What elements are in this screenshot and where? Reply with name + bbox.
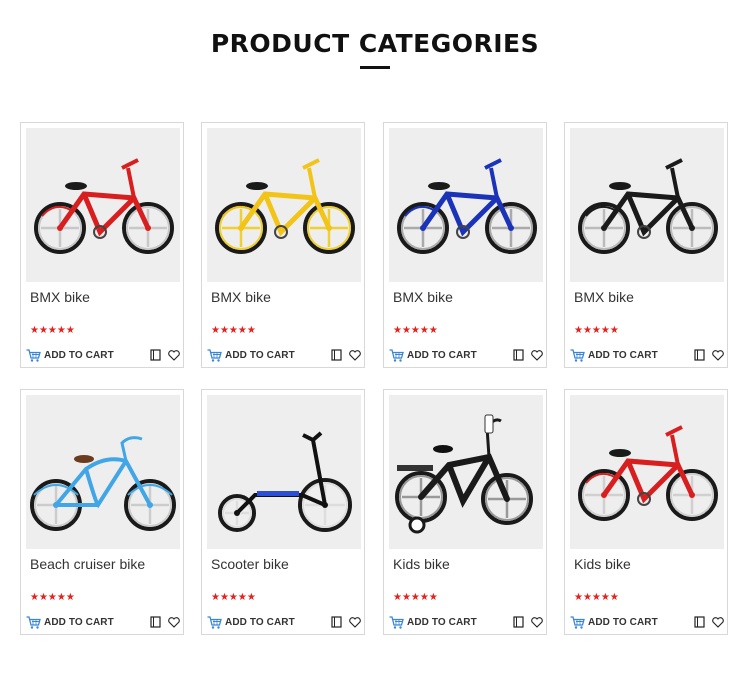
product-card[interactable]: BMX bike ★★★★★ ADD TO CART xyxy=(564,122,728,368)
add-to-cart-button[interactable]: ADD TO CART xyxy=(570,347,658,363)
add-to-cart-button[interactable]: ADD TO CART xyxy=(389,614,477,630)
cart-icon xyxy=(570,348,585,362)
rating-stars: ★★★★★ xyxy=(211,325,256,336)
heart-icon[interactable] xyxy=(349,617,361,628)
product-image[interactable] xyxy=(207,395,361,549)
compare-icon[interactable] xyxy=(331,349,342,361)
cart-icon xyxy=(570,615,585,629)
rating-stars: ★★★★★ xyxy=(393,325,438,336)
add-to-cart-label: ADD TO CART xyxy=(588,349,658,361)
product-card[interactable]: Scooter bike ★★★★★ ADD TO CART xyxy=(201,389,365,635)
add-to-cart-button[interactable]: ADD TO CART xyxy=(26,347,114,363)
rating-stars: ★★★★★ xyxy=(211,592,256,603)
product-card[interactable]: Beach cruiser bike ★★★★★ ADD TO CART xyxy=(20,389,184,635)
compare-icon[interactable] xyxy=(694,616,705,628)
heart-icon[interactable] xyxy=(712,617,724,628)
product-image[interactable] xyxy=(26,128,180,282)
heart-icon[interactable] xyxy=(168,617,180,628)
compare-icon[interactable] xyxy=(513,349,524,361)
product-actions: ADD TO CART xyxy=(207,614,361,630)
rating-stars: ★★★★★ xyxy=(30,325,75,336)
add-to-cart-label: ADD TO CART xyxy=(407,349,477,361)
product-actions: ADD TO CART xyxy=(570,347,724,363)
bike-illustration xyxy=(397,158,537,254)
product-image[interactable] xyxy=(570,395,724,549)
product-name[interactable]: Beach cruiser bike xyxy=(30,556,145,572)
cart-icon xyxy=(207,348,222,362)
title-underline xyxy=(360,66,390,69)
product-name[interactable]: BMX bike xyxy=(211,289,271,305)
rating-stars: ★★★★★ xyxy=(574,592,619,603)
add-to-cart-label: ADD TO CART xyxy=(407,616,477,628)
rating-stars: ★★★★★ xyxy=(574,325,619,336)
cart-icon xyxy=(26,615,41,629)
add-to-cart-label: ADD TO CART xyxy=(225,349,295,361)
rating-stars: ★★★★★ xyxy=(393,592,438,603)
product-name[interactable]: Kids bike xyxy=(574,556,631,572)
rating-stars: ★★★★★ xyxy=(30,592,75,603)
product-actions: ADD TO CART xyxy=(570,614,724,630)
product-card[interactable]: Kids bike ★★★★★ ADD TO CART xyxy=(383,389,547,635)
product-card[interactable]: BMX bike ★★★★★ ADD TO CART xyxy=(383,122,547,368)
add-to-cart-label: ADD TO CART xyxy=(588,616,658,628)
add-to-cart-label: ADD TO CART xyxy=(225,616,295,628)
add-to-cart-button[interactable]: ADD TO CART xyxy=(26,614,114,630)
heart-icon[interactable] xyxy=(531,350,543,361)
bike-illustration xyxy=(30,436,176,531)
cart-icon xyxy=(26,348,41,362)
compare-icon[interactable] xyxy=(150,616,161,628)
cart-icon xyxy=(389,615,404,629)
product-card[interactable]: BMX bike ★★★★★ ADD TO CART xyxy=(201,122,365,368)
product-image[interactable] xyxy=(389,395,543,549)
product-card[interactable]: BMX bike ★★★★★ ADD TO CART xyxy=(20,122,184,368)
product-image[interactable] xyxy=(389,128,543,282)
product-name[interactable]: Scooter bike xyxy=(211,556,289,572)
compare-icon[interactable] xyxy=(513,616,524,628)
bike-illustration xyxy=(34,158,174,254)
heart-icon[interactable] xyxy=(712,350,724,361)
product-actions: ADD TO CART xyxy=(26,347,180,363)
heart-icon[interactable] xyxy=(168,350,180,361)
product-image[interactable] xyxy=(570,128,724,282)
product-card[interactable]: Kids bike ★★★★★ ADD TO CART xyxy=(564,389,728,635)
product-image[interactable] xyxy=(207,128,361,282)
compare-icon[interactable] xyxy=(694,349,705,361)
cart-icon xyxy=(207,615,222,629)
product-actions: ADD TO CART xyxy=(389,614,543,630)
add-to-cart-button[interactable]: ADD TO CART xyxy=(207,347,295,363)
product-name[interactable]: BMX bike xyxy=(393,289,453,305)
add-to-cart-button[interactable]: ADD TO CART xyxy=(389,347,477,363)
bike-illustration xyxy=(215,158,355,254)
bike-illustration xyxy=(395,414,533,534)
product-actions: ADD TO CART xyxy=(389,347,543,363)
bike-illustration xyxy=(218,431,352,532)
product-actions: ADD TO CART xyxy=(207,347,361,363)
add-to-cart-label: ADD TO CART xyxy=(44,349,114,361)
product-image[interactable] xyxy=(26,395,180,549)
add-to-cart-button[interactable]: ADD TO CART xyxy=(570,614,658,630)
bike-illustration xyxy=(578,158,718,254)
product-name[interactable]: BMX bike xyxy=(30,289,90,305)
add-to-cart-button[interactable]: ADD TO CART xyxy=(207,614,295,630)
heart-icon[interactable] xyxy=(349,350,361,361)
section-title: PRODUCT CATEGORIES xyxy=(210,29,540,58)
cart-icon xyxy=(389,348,404,362)
heart-icon[interactable] xyxy=(531,617,543,628)
product-name[interactable]: BMX bike xyxy=(574,289,634,305)
add-to-cart-label: ADD TO CART xyxy=(44,616,114,628)
compare-icon[interactable] xyxy=(331,616,342,628)
product-actions: ADD TO CART xyxy=(26,614,180,630)
bike-illustration xyxy=(578,425,718,521)
compare-icon[interactable] xyxy=(150,349,161,361)
product-name[interactable]: Kids bike xyxy=(393,556,450,572)
